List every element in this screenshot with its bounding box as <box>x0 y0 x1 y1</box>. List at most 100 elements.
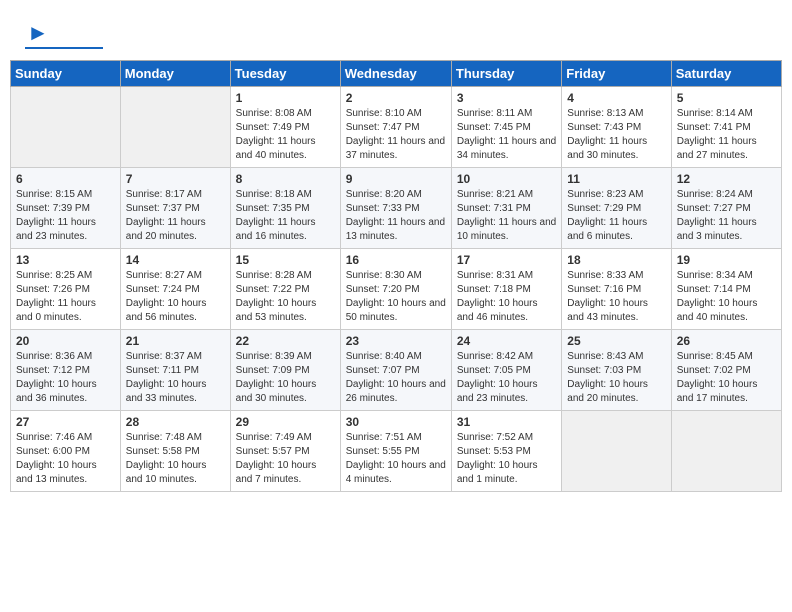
day-number: 23 <box>346 334 446 348</box>
day-number: 24 <box>457 334 556 348</box>
day-number: 20 <box>16 334 115 348</box>
calendar-cell: 12 Sunrise: 8:24 AM Sunset: 7:27 PM Dayli… <box>671 168 781 249</box>
calendar-cell: 2 Sunrise: 8:10 AM Sunset: 7:47 PM Daylig… <box>340 87 451 168</box>
calendar-cell: 15 Sunrise: 8:28 AM Sunset: 7:22 PM Dayli… <box>230 249 340 330</box>
day-number: 1 <box>236 91 335 105</box>
calendar-cell: 31 Sunrise: 7:52 AM Sunset: 5:53 PM Dayli… <box>451 411 561 492</box>
day-info: Sunrise: 8:33 AM Sunset: 7:16 PM Dayligh… <box>567 269 665 325</box>
calendar-cell: 17 Sunrise: 8:31 AM Sunset: 7:18 PM Dayli… <box>451 249 561 330</box>
day-number: 4 <box>567 91 665 105</box>
day-info: Sunrise: 7:48 AM Sunset: 5:58 PM Dayligh… <box>126 431 225 487</box>
day-number: 5 <box>677 91 776 105</box>
calendar-cell <box>11 87 121 168</box>
calendar-cell: 7 Sunrise: 8:17 AM Sunset: 7:37 PM Daylig… <box>120 168 230 249</box>
day-number: 11 <box>567 172 665 186</box>
day-info: Sunrise: 7:49 AM Sunset: 5:57 PM Dayligh… <box>236 431 335 487</box>
calendar-cell: 5 Sunrise: 8:14 AM Sunset: 7:41 PM Daylig… <box>671 87 781 168</box>
day-info: Sunrise: 8:24 AM Sunset: 7:27 PM Dayligh… <box>677 188 776 244</box>
calendar-cell: 11 Sunrise: 8:23 AM Sunset: 7:29 PM Dayli… <box>562 168 671 249</box>
col-header-tuesday: Tuesday <box>230 61 340 87</box>
day-number: 25 <box>567 334 665 348</box>
day-info: Sunrise: 8:43 AM Sunset: 7:03 PM Dayligh… <box>567 350 665 406</box>
day-info: Sunrise: 8:45 AM Sunset: 7:02 PM Dayligh… <box>677 350 776 406</box>
day-number: 31 <box>457 415 556 429</box>
day-info: Sunrise: 8:21 AM Sunset: 7:31 PM Dayligh… <box>457 188 556 244</box>
day-info: Sunrise: 8:18 AM Sunset: 7:35 PM Dayligh… <box>236 188 335 244</box>
day-info: Sunrise: 8:15 AM Sunset: 7:39 PM Dayligh… <box>16 188 115 244</box>
day-info: Sunrise: 7:51 AM Sunset: 5:55 PM Dayligh… <box>346 431 446 487</box>
day-number: 6 <box>16 172 115 186</box>
day-number: 9 <box>346 172 446 186</box>
calendar-cell: 21Sunrise: 8:37 AM Sunset: 7:11 PM Dayli… <box>120 330 230 411</box>
calendar-cell: 29 Sunrise: 7:49 AM Sunset: 5:57 PM Dayli… <box>230 411 340 492</box>
day-info: Sunrise: 8:10 AM Sunset: 7:47 PM Dayligh… <box>346 107 446 163</box>
calendar-cell: 20 Sunrise: 8:36 AM Sunset: 7:12 PM Dayli… <box>11 330 121 411</box>
day-number: 14 <box>126 253 225 267</box>
col-header-thursday: Thursday <box>451 61 561 87</box>
calendar-cell: 27 Sunrise: 7:46 AM Sunset: 6:00 PM Dayli… <box>11 411 121 492</box>
calendar-cell: 13 Sunrise: 8:25 AM Sunset: 7:26 PM Dayli… <box>11 249 121 330</box>
calendar-cell: 8 Sunrise: 8:18 AM Sunset: 7:35 PM Daylig… <box>230 168 340 249</box>
calendar-table: SundayMondayTuesdayWednesdayThursdayFrid… <box>10 60 782 492</box>
day-number: 15 <box>236 253 335 267</box>
calendar-cell: 10 Sunrise: 8:21 AM Sunset: 7:31 PM Dayli… <box>451 168 561 249</box>
day-info: Sunrise: 7:52 AM Sunset: 5:53 PM Dayligh… <box>457 431 556 487</box>
calendar-cell: 28 Sunrise: 7:48 AM Sunset: 5:58 PM Dayli… <box>120 411 230 492</box>
calendar-cell <box>671 411 781 492</box>
col-header-monday: Monday <box>120 61 230 87</box>
day-info: Sunrise: 8:17 AM Sunset: 7:37 PM Dayligh… <box>126 188 225 244</box>
calendar-cell: 18 Sunrise: 8:33 AM Sunset: 7:16 PM Dayli… <box>562 249 671 330</box>
day-info: Sunrise: 8:25 AM Sunset: 7:26 PM Dayligh… <box>16 269 115 325</box>
day-number: 16 <box>346 253 446 267</box>
calendar-cell: 26 Sunrise: 8:45 AM Sunset: 7:02 PM Dayli… <box>671 330 781 411</box>
calendar-cell: 4 Sunrise: 8:13 AM Sunset: 7:43 PM Daylig… <box>562 87 671 168</box>
day-number: 13 <box>16 253 115 267</box>
day-number: 7 <box>126 172 225 186</box>
calendar-cell: 19Sunrise: 8:34 AM Sunset: 7:14 PM Dayli… <box>671 249 781 330</box>
day-info: Sunrise: 8:34 AM Sunset: 7:14 PM Dayligh… <box>677 269 776 325</box>
calendar-cell: 6 Sunrise: 8:15 AM Sunset: 7:39 PM Daylig… <box>11 168 121 249</box>
day-number: 2 <box>346 91 446 105</box>
day-info: Sunrise: 8:27 AM Sunset: 7:24 PM Dayligh… <box>126 269 225 325</box>
day-number: 12 <box>677 172 776 186</box>
day-number: 22 <box>236 334 335 348</box>
day-info: Sunrise: 8:20 AM Sunset: 7:33 PM Dayligh… <box>346 188 446 244</box>
day-info: Sunrise: 8:13 AM Sunset: 7:43 PM Dayligh… <box>567 107 665 163</box>
calendar-cell: 3 Sunrise: 8:11 AM Sunset: 7:45 PM Daylig… <box>451 87 561 168</box>
day-info: Sunrise: 8:11 AM Sunset: 7:45 PM Dayligh… <box>457 107 556 163</box>
day-number: 10 <box>457 172 556 186</box>
calendar-cell: 14 Sunrise: 8:27 AM Sunset: 7:24 PM Dayli… <box>120 249 230 330</box>
logo-arrow-icon: ► <box>27 20 49 46</box>
day-info: Sunrise: 8:28 AM Sunset: 7:22 PM Dayligh… <box>236 269 335 325</box>
page-header: ► <box>10 10 782 54</box>
day-info: Sunrise: 8:30 AM Sunset: 7:20 PM Dayligh… <box>346 269 446 325</box>
day-number: 29 <box>236 415 335 429</box>
day-info: Sunrise: 7:46 AM Sunset: 6:00 PM Dayligh… <box>16 431 115 487</box>
day-number: 26 <box>677 334 776 348</box>
day-info: Sunrise: 8:39 AM Sunset: 7:09 PM Dayligh… <box>236 350 335 406</box>
day-info: Sunrise: 8:37 AM Sunset: 7:11 PM Dayligh… <box>126 350 225 406</box>
day-number: 8 <box>236 172 335 186</box>
day-info: Sunrise: 8:23 AM Sunset: 7:29 PM Dayligh… <box>567 188 665 244</box>
day-info: Sunrise: 8:40 AM Sunset: 7:07 PM Dayligh… <box>346 350 446 406</box>
calendar-cell: 25 Sunrise: 8:43 AM Sunset: 7:03 PM Dayli… <box>562 330 671 411</box>
day-number: 18 <box>567 253 665 267</box>
calendar-cell: 23 Sunrise: 8:40 AM Sunset: 7:07 PM Dayli… <box>340 330 451 411</box>
day-number: 27 <box>16 415 115 429</box>
calendar-cell: 9 Sunrise: 8:20 AM Sunset: 7:33 PM Daylig… <box>340 168 451 249</box>
calendar-cell: 30 Sunrise: 7:51 AM Sunset: 5:55 PM Dayli… <box>340 411 451 492</box>
day-info: Sunrise: 8:31 AM Sunset: 7:18 PM Dayligh… <box>457 269 556 325</box>
col-header-sunday: Sunday <box>11 61 121 87</box>
day-number: 28 <box>126 415 225 429</box>
day-number: 30 <box>346 415 446 429</box>
calendar-cell: 22 Sunrise: 8:39 AM Sunset: 7:09 PM Dayli… <box>230 330 340 411</box>
day-info: Sunrise: 8:42 AM Sunset: 7:05 PM Dayligh… <box>457 350 556 406</box>
col-header-friday: Friday <box>562 61 671 87</box>
day-info: Sunrise: 8:14 AM Sunset: 7:41 PM Dayligh… <box>677 107 776 163</box>
day-number: 3 <box>457 91 556 105</box>
calendar-cell <box>120 87 230 168</box>
day-number: 17 <box>457 253 556 267</box>
day-info: Sunrise: 8:36 AM Sunset: 7:12 PM Dayligh… <box>16 350 115 406</box>
day-info: Sunrise: 8:08 AM Sunset: 7:49 PM Dayligh… <box>236 107 335 163</box>
col-header-saturday: Saturday <box>671 61 781 87</box>
